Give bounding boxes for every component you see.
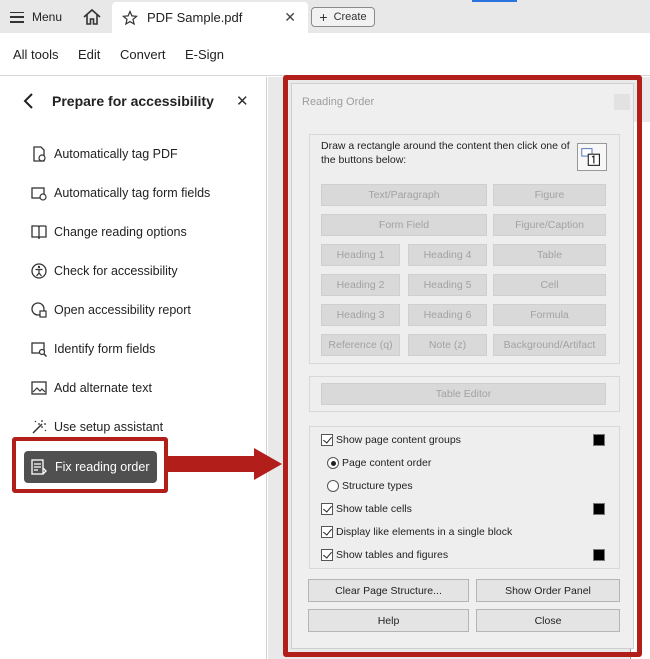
- checkbox[interactable]: [321, 549, 333, 561]
- heading1-button[interactable]: Heading 1: [321, 244, 400, 266]
- tool-setup-assistant[interactable]: Use setup assistant: [30, 416, 163, 438]
- annotation-arrow-head: [254, 448, 282, 480]
- create-button[interactable]: + Create: [311, 7, 375, 27]
- top-tab-bar: Menu PDF Sample.pdf ✕ + Create: [0, 0, 650, 33]
- plus-icon: +: [319, 9, 328, 25]
- form-field-button[interactable]: Form Field: [321, 214, 487, 236]
- display-like-elements-option[interactable]: Display like elements in a single block: [321, 525, 512, 539]
- dialog-close-icon[interactable]: [614, 94, 630, 110]
- structure-types-option[interactable]: Structure types: [327, 479, 413, 493]
- tab-title: PDF Sample.pdf: [147, 10, 243, 25]
- tool-alternate-text[interactable]: Add alternate text: [30, 377, 152, 399]
- note-button[interactable]: Note (z): [408, 334, 487, 356]
- tool-check-accessibility[interactable]: Check for accessibility: [30, 260, 178, 282]
- book-icon: [31, 225, 47, 240]
- menu-all-tools[interactable]: All tools: [13, 47, 59, 62]
- clear-page-structure-button[interactable]: Clear Page Structure...: [308, 579, 469, 602]
- help-button[interactable]: Help: [308, 609, 469, 632]
- close-tab-icon[interactable]: ✕: [284, 9, 296, 26]
- reference-button[interactable]: Reference (q): [321, 334, 400, 356]
- formula-button[interactable]: Formula: [493, 304, 606, 326]
- color-swatch[interactable]: [593, 434, 605, 446]
- menu-esign[interactable]: E-Sign: [185, 47, 224, 62]
- tool-label: Automatically tag PDF: [54, 147, 178, 161]
- panel-header: Prepare for accessibility ✕: [0, 77, 267, 125]
- draw-rectangle-icon[interactable]: [577, 143, 607, 171]
- option-label: Page content order: [342, 457, 432, 469]
- identify-fields-icon: [31, 342, 47, 357]
- tools-menu-bar: All tools Edit Convert E-Sign: [0, 33, 650, 76]
- dialog-title: Reading Order: [302, 96, 375, 108]
- home-icon[interactable]: [82, 7, 102, 27]
- tool-identify-fields[interactable]: Identify form fields: [30, 338, 155, 360]
- background-artifact-button[interactable]: Background/Artifact: [493, 334, 606, 356]
- back-arrow-icon[interactable]: [22, 92, 36, 110]
- tool-accessibility-report[interactable]: Open accessibility report: [30, 299, 191, 321]
- hamburger-icon: [10, 11, 24, 23]
- radio-button[interactable]: [327, 457, 339, 469]
- image-alt-icon: [31, 381, 47, 395]
- tool-label: Identify form fields: [54, 342, 156, 356]
- page-content-order-option[interactable]: Page content order: [327, 456, 431, 470]
- fix-reading-order-label: Fix reading order: [55, 460, 150, 474]
- show-tables-figures-option[interactable]: Show tables and figures: [321, 548, 448, 562]
- report-icon: [31, 302, 47, 318]
- tool-label: Add alternate text: [54, 381, 152, 395]
- menu-edit[interactable]: Edit: [78, 47, 100, 62]
- option-label: Show table cells: [336, 503, 412, 515]
- show-page-content-groups-option[interactable]: Show page content groups: [321, 433, 461, 447]
- menu-label: Menu: [32, 10, 63, 24]
- tool-label: Change reading options: [54, 225, 187, 239]
- accessibility-panel: Prepare for accessibility ✕ Automaticall…: [0, 77, 267, 659]
- heading6-button[interactable]: Heading 6: [408, 304, 487, 326]
- tool-label: Check for accessibility: [54, 264, 178, 278]
- close-button[interactable]: Close: [476, 609, 620, 632]
- option-label: Show tables and figures: [336, 549, 449, 561]
- table-editor-button[interactable]: Table Editor: [321, 383, 606, 405]
- tag-pdf-icon: [33, 146, 46, 162]
- color-swatch[interactable]: [593, 549, 605, 561]
- menu-button[interactable]: Menu: [10, 8, 62, 26]
- heading4-button[interactable]: Heading 4: [408, 244, 487, 266]
- radio-button[interactable]: [327, 480, 339, 492]
- tool-label: Use setup assistant: [54, 420, 164, 434]
- table-button[interactable]: Table: [493, 244, 606, 266]
- show-table-cells-option[interactable]: Show table cells: [321, 502, 412, 516]
- reading-order-icon: [31, 459, 47, 475]
- figure-caption-button[interactable]: Figure/Caption: [493, 214, 606, 236]
- text-paragraph-button[interactable]: Text/Paragraph: [321, 184, 487, 206]
- tag-form-icon: [31, 187, 47, 201]
- tool-auto-tag-pdf[interactable]: Automatically tag PDF: [30, 143, 178, 165]
- heading2-button[interactable]: Heading 2: [321, 274, 400, 296]
- color-swatch[interactable]: [593, 503, 605, 515]
- tool-reading-options[interactable]: Change reading options: [30, 221, 187, 243]
- checkbox[interactable]: [321, 526, 333, 538]
- figure-button[interactable]: Figure: [493, 184, 606, 206]
- instruction-text: Draw a rectangle around the content then…: [321, 140, 570, 166]
- star-icon[interactable]: [122, 9, 138, 26]
- fix-reading-order-button[interactable]: Fix reading order: [24, 451, 157, 483]
- accessibility-check-icon: [31, 263, 47, 279]
- document-tab[interactable]: PDF Sample.pdf ✕: [112, 2, 308, 33]
- show-order-panel-button[interactable]: Show Order Panel: [476, 579, 620, 602]
- panel-title: Prepare for accessibility: [52, 93, 214, 109]
- tool-auto-tag-form[interactable]: Automatically tag form fields: [30, 182, 210, 204]
- tool-label: Open accessibility report: [54, 303, 191, 317]
- heading5-button[interactable]: Heading 5: [408, 274, 487, 296]
- menu-convert[interactable]: Convert: [120, 47, 166, 62]
- annotation-arrow: [168, 456, 262, 472]
- cell-button[interactable]: Cell: [493, 274, 606, 296]
- close-panel-icon[interactable]: ✕: [236, 92, 249, 110]
- create-label: Create: [333, 11, 367, 23]
- option-label: Show page content groups: [336, 434, 461, 446]
- heading3-button[interactable]: Heading 3: [321, 304, 400, 326]
- wand-icon: [32, 420, 47, 434]
- checkbox[interactable]: [321, 503, 333, 515]
- tool-label: Automatically tag form fields: [54, 186, 211, 200]
- checkbox[interactable]: [321, 434, 333, 446]
- active-indicator: [472, 0, 517, 2]
- option-label: Structure types: [342, 480, 413, 492]
- option-label: Display like elements in a single block: [336, 526, 513, 538]
